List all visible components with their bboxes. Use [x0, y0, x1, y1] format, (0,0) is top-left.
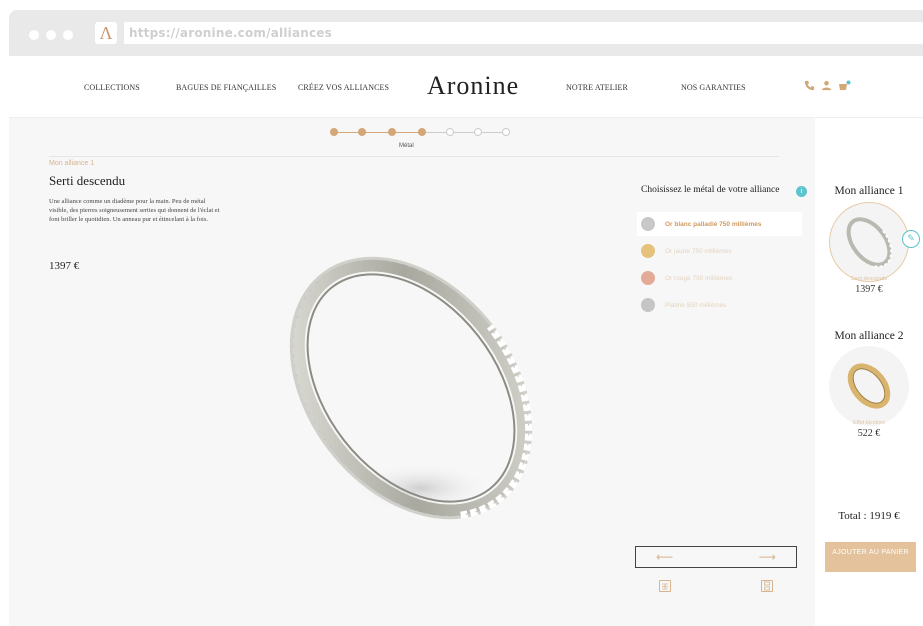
prev-arrow-icon[interactable]: ⟵ — [656, 551, 673, 563]
edit-pencil-icon[interactable]: ✎ — [902, 230, 920, 248]
step-dot-5 — [446, 128, 454, 136]
next-arrow-icon[interactable]: ⟶ — [759, 551, 776, 563]
metal-option-platine[interactable]: Platine 950 millièmes — [637, 293, 802, 317]
step-dot-3[interactable] — [388, 128, 396, 136]
product-title: Serti descendu — [49, 173, 126, 188]
nav-collections[interactable]: COLLECTIONS — [84, 83, 140, 92]
phone-icon[interactable] — [804, 80, 815, 94]
ring-image[interactable] — [271, 238, 551, 528]
metal-option-label: Platine 950 millièmes — [665, 301, 727, 309]
product-description: Une alliance comme un diadème pour la ma… — [49, 198, 220, 223]
info-icon[interactable]: i — [796, 186, 807, 197]
site-logo[interactable]: Aronine — [427, 71, 519, 101]
step-dot-4-current[interactable] — [418, 128, 426, 136]
address-bar[interactable]: https://aronine.com/alliances — [124, 22, 923, 44]
summary-sidebar: Mon alliance 1 ✎ Serti descendu 1397 € M… — [815, 118, 923, 626]
order-total: Total : 1919 € — [838, 510, 900, 522]
alliance2-price: 522 € — [857, 428, 881, 439]
save-icon[interactable] — [761, 580, 773, 592]
metal-option-label: Or jaune 750 millièmes — [665, 247, 732, 255]
nav-bagues-fiancailles[interactable]: BAGUES DE FIANÇAILLES — [176, 83, 276, 92]
window-dot-maximize[interactable] — [63, 30, 73, 40]
metal-option-label: Or blanc palladié 750 millièmes — [665, 220, 762, 228]
calculator-icon[interactable] — [659, 580, 671, 592]
alliance1-subtitle: Serti descendu — [850, 276, 888, 282]
stepper-line-pending — [426, 132, 510, 133]
nav-notre-atelier[interactable]: NOTRE ATELIER — [566, 83, 628, 92]
alliance1-thumbnail[interactable] — [829, 202, 909, 282]
alliance2-thumbnail[interactable] — [829, 346, 909, 426]
add-to-cart-button[interactable]: AJOUTER AU PANIER — [825, 542, 916, 572]
site-favicon-icon: Λ — [95, 22, 117, 44]
alliance1-title: Mon alliance 1 — [834, 185, 904, 197]
swatch-or-jaune — [641, 244, 655, 258]
alliance2-title: Mon alliance 2 — [834, 330, 904, 342]
step-label-current: Métal — [399, 143, 414, 149]
progress-stepper — [330, 127, 510, 139]
metal-section-title: Choisissez le métal de votre alliance — [641, 185, 780, 195]
product-price: 1397 € — [49, 260, 80, 272]
step-dot-7 — [502, 128, 510, 136]
window-dot-minimize[interactable] — [46, 30, 56, 40]
user-icon[interactable] — [821, 80, 832, 94]
cart-icon[interactable] — [838, 80, 851, 95]
swatch-or-blanc — [641, 217, 655, 231]
product-eyebrow: Mon alliance 1 — [49, 160, 95, 167]
metal-option-label: Or rouge 750 millièmes — [665, 274, 733, 282]
nav-creez-alliances[interactable]: CRÉEZ VOS ALLIANCES — [298, 83, 389, 92]
divider — [49, 156, 779, 157]
metal-option-or-blanc[interactable]: Or blanc palladié 750 millièmes — [637, 212, 802, 236]
stepper-line-completed — [334, 132, 426, 133]
metal-option-or-jaune[interactable]: Or jaune 750 millièmes — [637, 239, 802, 263]
alliance2-subtitle: Effet bicolore — [852, 420, 885, 426]
browser-chrome: Λ https://aronine.com/alliances — [9, 10, 923, 56]
swatch-platine — [641, 298, 655, 312]
metal-option-or-rouge[interactable]: Or rouge 750 millièmes — [637, 266, 802, 290]
nav-nos-garanties[interactable]: NOS GARANTIES — [681, 83, 746, 92]
alliance1-price: 1397 € — [855, 284, 883, 295]
site-header: COLLECTIONS BAGUES DE FIANÇAILLES CRÉEZ … — [9, 56, 923, 118]
step-dot-1[interactable] — [330, 128, 338, 136]
step-dot-2[interactable] — [358, 128, 366, 136]
step-dot-6 — [474, 128, 482, 136]
configurator-panel: Métal Mon alliance 1 Serti descendu Une … — [9, 118, 815, 626]
window-dot-close[interactable] — [29, 30, 39, 40]
step-navigation: ⟵ ⟶ — [635, 546, 797, 568]
swatch-or-rouge — [641, 271, 655, 285]
